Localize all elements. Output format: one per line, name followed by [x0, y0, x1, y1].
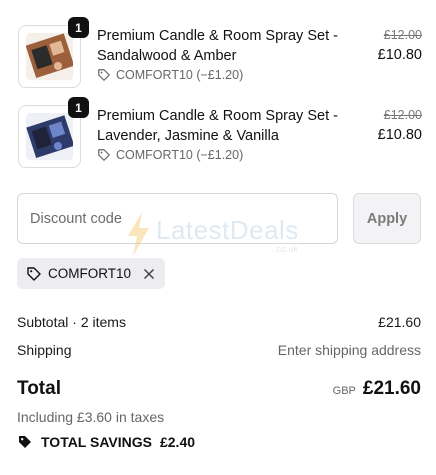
subtotal-label: Subtotal · 2 items [17, 314, 126, 330]
subtotal-row: Subtotal · 2 items £21.60 [17, 314, 421, 330]
tag-icon [27, 266, 41, 281]
original-price: £12.00 [383, 108, 422, 122]
tag-icon [98, 149, 110, 161]
candle-set-image [26, 33, 73, 80]
discount-code-input[interactable] [17, 193, 338, 244]
line-item: 1 Premium Candle & Room Spray Set - Lave… [18, 97, 422, 169]
total-savings: TOTAL SAVINGS £2.40 [17, 434, 195, 450]
product-thumbnail: 1 [18, 97, 89, 168]
quantity-badge: 1 [68, 17, 89, 38]
discounted-price: £10.80 [377, 47, 422, 63]
item-discount: COMFORT10 (−£1.20) [97, 68, 243, 82]
shipping-label: Shipping [17, 342, 72, 358]
close-icon[interactable] [143, 268, 155, 280]
watermark-domain: .co.uk [274, 244, 299, 254]
candle-set-image [26, 113, 73, 160]
tag-icon [19, 436, 31, 448]
original-price: £12.00 [383, 28, 422, 42]
total-amount: £21.60 [362, 378, 421, 399]
apply-discount-button[interactable]: Apply [353, 193, 421, 244]
taxes-note: Including £3.60 in taxes [17, 409, 165, 425]
shipping-row: Shipping Enter shipping address [17, 342, 421, 358]
product-title: Premium Candle & Room Spray Set - Lavend… [97, 108, 338, 144]
applied-discount-code: COMFORT10 [48, 266, 132, 281]
applied-discount-chip: COMFORT10 [17, 258, 166, 289]
item-discount: COMFORT10 (−£1.20) [97, 148, 243, 162]
subtotal-value: £21.60 [378, 314, 421, 330]
product-thumbnail: 1 [18, 17, 89, 88]
item-discount-label: COMFORT10 (−£1.20) [116, 148, 244, 162]
total-amount-group: GBP £21.60 [333, 378, 421, 400]
shipping-value: Enter shipping address [277, 342, 421, 358]
currency-code: GBP [332, 385, 356, 397]
discount-code-row: Apply [17, 193, 421, 244]
savings-value: £2.40 [159, 434, 196, 450]
total-label: Total [17, 378, 61, 399]
product-title: Premium Candle & Room Spray Set - Sandal… [97, 28, 338, 64]
quantity-badge: 1 [68, 97, 89, 118]
tag-icon [98, 69, 110, 81]
savings-label: TOTAL SAVINGS [41, 434, 152, 450]
discounted-price: £10.80 [377, 127, 422, 143]
line-item: 1 Premium Candle & Room Spray Set - Sand… [18, 17, 422, 89]
item-discount-label: COMFORT10 (−£1.20) [116, 68, 244, 82]
